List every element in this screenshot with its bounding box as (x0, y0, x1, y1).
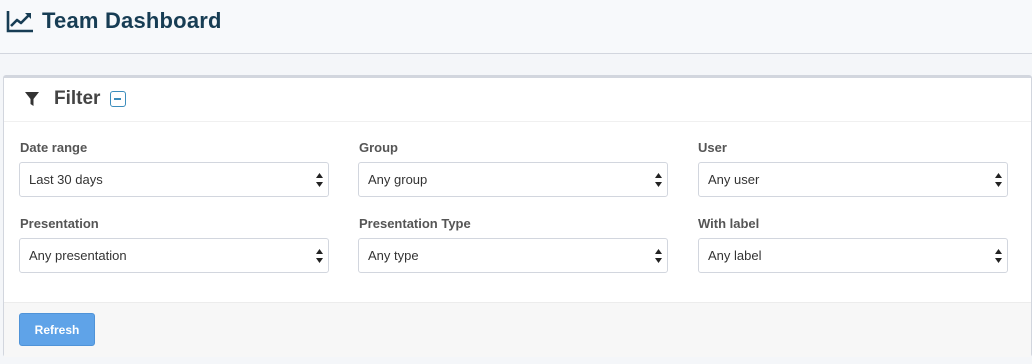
date-range-value: Last 30 days (29, 172, 103, 187)
group-value: Any group (368, 172, 428, 187)
minus-square-icon (114, 98, 121, 100)
select-arrows-icon (316, 249, 323, 263)
presentation-label: Presentation (20, 216, 99, 231)
select-arrows-icon (316, 173, 323, 187)
page-title: Team Dashboard (6, 8, 222, 34)
date-range-label: Date range (20, 140, 88, 155)
with-label-value: Any label (708, 248, 762, 263)
page-title-text: Team Dashboard (42, 8, 222, 33)
refresh-button[interactable]: Refresh (19, 313, 95, 346)
select-arrows-icon (995, 249, 1002, 263)
top-header: Team Dashboard (0, 0, 1032, 54)
user-select[interactable]: Any user (698, 162, 1008, 197)
user-label: User (698, 140, 727, 155)
line-chart-icon (6, 11, 33, 33)
user-value: Any user (708, 172, 760, 187)
collapse-button[interactable] (110, 91, 126, 107)
select-arrows-icon (995, 173, 1002, 187)
presentation-type-label: Presentation Type (359, 216, 471, 231)
presentation-value: Any presentation (29, 248, 127, 263)
filter-panel-footer: Refresh (4, 302, 1031, 357)
group-select[interactable]: Any group (358, 162, 668, 197)
group-label: Group (359, 140, 398, 155)
presentation-select[interactable]: Any presentation (19, 238, 329, 273)
select-arrows-icon (655, 249, 662, 263)
presentation-type-value: Any type (368, 248, 419, 263)
with-label-select[interactable]: Any label (698, 238, 1008, 273)
filter-icon (25, 92, 39, 106)
filter-panel: Filter Date range Last 30 days Group Any… (3, 75, 1032, 357)
select-arrows-icon (655, 173, 662, 187)
presentation-type-select[interactable]: Any type (358, 238, 668, 273)
date-range-select[interactable]: Last 30 days (19, 162, 329, 197)
filter-title: Filter (54, 88, 101, 109)
with-label-label: With label (698, 216, 760, 231)
filter-panel-header: Filter (4, 78, 1031, 122)
